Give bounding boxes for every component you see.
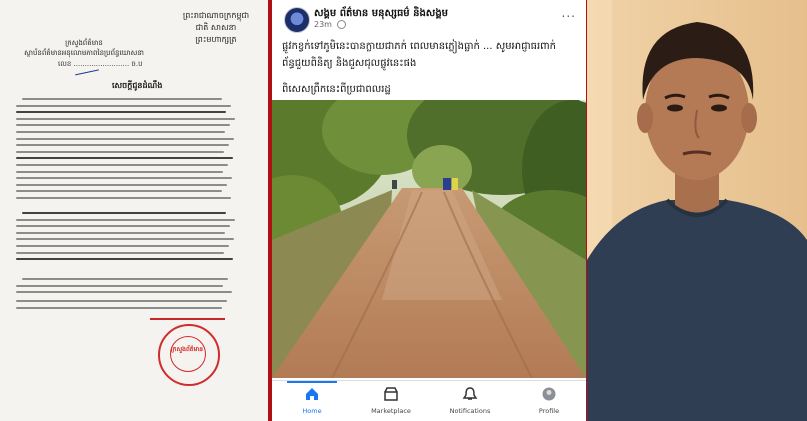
signature-underline [150, 318, 225, 320]
letter-header-left-line-1: ក្រសួងព័ត៌មាន [65, 39, 103, 47]
official-letter-panel: ព្រះរាជាណាចក្រកម្ពុជា ជាតិ សាសនា ព្រះមហា… [0, 0, 268, 421]
speaker-portrait [587, 0, 807, 421]
letter-text-line [16, 150, 224, 153]
letter-text-line [16, 251, 224, 254]
home-icon [306, 388, 318, 400]
letter-text-line [16, 157, 233, 160]
marketplace-icon [384, 387, 398, 401]
letter-text-line [22, 278, 228, 280]
dirt-road-image [272, 100, 586, 378]
nav-notifications[interactable]: Notifications [435, 381, 505, 421]
letter-text-line [16, 131, 225, 133]
post-header: សង្គម ព័ត៌មាន មនុស្សធម៌ និងសង្គម 23m ... [272, 0, 586, 34]
stamp-text: ក្រសួងព័ត៌មាន [170, 346, 204, 353]
post-meta: 23m [314, 20, 346, 29]
letter-text-line [16, 306, 222, 309]
letter-header-left-line-2: ស្ថាប័នព័ត៌មានអនុលោមភាពនៃប្រព័ន្ធឃោសនា [24, 49, 144, 57]
active-tab-indicator [287, 381, 337, 383]
letter-number: លេខ ......................... ច.ប [58, 60, 143, 68]
page-name[interactable]: សង្គម ព័ត៌មាន មនុស្សធម៌ និងសង្គម [314, 6, 448, 21]
bell-icon [462, 387, 478, 400]
nav-marketplace[interactable]: Marketplace [356, 381, 426, 421]
letter-header-ministry: ក្រសួងព័ត៌មាន ស្ថាប័នព័ត៌មានអនុលោមភាពនៃប… [14, 38, 154, 58]
letter-text-line [16, 245, 229, 247]
nav-home[interactable]: Home [277, 381, 347, 421]
letter-text-line [16, 177, 232, 180]
bottom-navigation-bar: Home Marketplace Notifications Profile [272, 380, 586, 421]
nav-profile-label: Profile [538, 407, 560, 415]
post-photo-dirt-road[interactable] [272, 100, 586, 378]
letter-header-kingdom: ព្រះរាជាណាចក្រកម្ពុជា ជាតិ សាសនា ព្រះមហា… [176, 10, 256, 46]
nav-notifications-label: Notifications [449, 407, 491, 415]
letter-text-line [16, 170, 223, 173]
post-time: 23m [314, 20, 332, 29]
letter-text-line [16, 117, 235, 120]
letter-text-line [16, 300, 227, 302]
nav-home-label: Home [302, 407, 322, 415]
nav-marketplace-label: Marketplace [371, 407, 411, 415]
speaker-video-panel [587, 0, 807, 421]
letter-title: សេចក្ដីជូនដំណឹង [112, 81, 163, 90]
letter-text-line [16, 218, 235, 221]
globe-icon [336, 20, 346, 29]
letter-text-line [16, 238, 234, 241]
letter-header-right-line-2: ជាតិ សាសនា ព្រះមហាក្សត្រ [195, 23, 237, 44]
letter-text-line [16, 164, 228, 166]
letter-text-line [16, 183, 227, 186]
page-avatar[interactable] [284, 7, 310, 33]
letter-text-line [16, 111, 226, 114]
letter-text-line [16, 144, 229, 147]
letter-text-line [16, 258, 233, 261]
more-options-icon[interactable]: ... [562, 6, 576, 20]
letter-text-line [16, 225, 230, 228]
letter-text-line [16, 190, 222, 193]
letter-text-line [22, 98, 222, 100]
letter-text-line [16, 104, 231, 107]
post-subtext: ពិសេសព្រឹកនេះពីប្រជាពលរដ្ឋ [282, 84, 391, 95]
letter-text-line [16, 284, 223, 287]
facebook-post-panel: សង្គម ព័ត៌មាន មនុស្សធម៌ និងសង្គម 23m ...… [272, 0, 586, 421]
letter-text-line [22, 212, 226, 214]
letter-text-line [16, 137, 234, 140]
post-text: ផ្លូវកខ្វក់ទៅភូមិនេះបានក្លាយជាភក់ ពេលមាន… [282, 41, 557, 69]
letter-text-line [16, 291, 232, 294]
nav-profile[interactable]: Profile [514, 381, 584, 421]
letter-header-right-line-1: ព្រះរាជាណាចក្រកម្ពុជា [182, 11, 250, 20]
profile-avatar-icon [542, 387, 556, 401]
letter-text-line [16, 124, 230, 127]
official-stamp-seal [158, 324, 220, 386]
letter-text-line [16, 231, 225, 234]
letter-text-line [16, 197, 231, 199]
